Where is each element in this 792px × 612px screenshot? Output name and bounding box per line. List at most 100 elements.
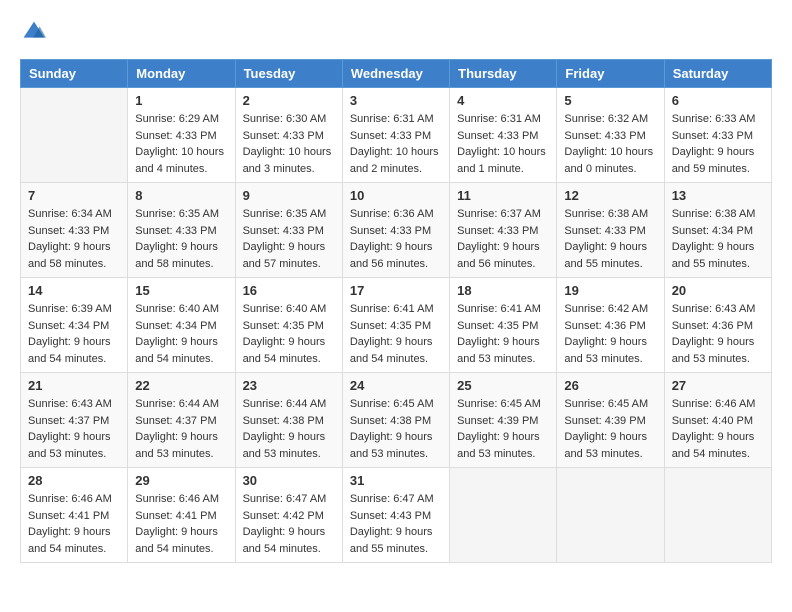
sunset-text: Sunset: 4:33 PM [243,225,324,237]
day-number: 18 [457,283,549,298]
cell-content: Sunrise: 6:45 AM Sunset: 4:38 PM Dayligh… [350,396,442,462]
day-number: 25 [457,378,549,393]
day-header-saturday: Saturday [664,60,771,88]
sunset-text: Sunset: 4:43 PM [350,510,431,522]
cell-content: Sunrise: 6:45 AM Sunset: 4:39 PM Dayligh… [457,396,549,462]
sunrise-text: Sunrise: 6:44 AM [243,398,327,410]
day-number: 14 [28,283,120,298]
day-number: 7 [28,188,120,203]
sunset-text: Sunset: 4:41 PM [135,510,216,522]
sunset-text: Sunset: 4:33 PM [457,225,538,237]
day-header-friday: Friday [557,60,664,88]
sunset-text: Sunset: 4:34 PM [135,320,216,332]
calendar-cell: 16 Sunrise: 6:40 AM Sunset: 4:35 PM Dayl… [235,278,342,373]
calendar-cell: 27 Sunrise: 6:46 AM Sunset: 4:40 PM Dayl… [664,373,771,468]
calendar-cell: 28 Sunrise: 6:46 AM Sunset: 4:41 PM Dayl… [21,468,128,563]
calendar-cell: 8 Sunrise: 6:35 AM Sunset: 4:33 PM Dayli… [128,183,235,278]
daylight-text: Daylight: 9 hours and 57 minutes. [243,241,326,270]
calendar-cell: 26 Sunrise: 6:45 AM Sunset: 4:39 PM Dayl… [557,373,664,468]
calendar-cell: 10 Sunrise: 6:36 AM Sunset: 4:33 PM Dayl… [342,183,449,278]
day-number: 5 [564,93,656,108]
cell-content: Sunrise: 6:46 AM Sunset: 4:40 PM Dayligh… [672,396,764,462]
cell-content: Sunrise: 6:43 AM Sunset: 4:36 PM Dayligh… [672,301,764,367]
daylight-text: Daylight: 9 hours and 55 minutes. [350,526,433,555]
sunset-text: Sunset: 4:35 PM [350,320,431,332]
calendar-cell: 6 Sunrise: 6:33 AM Sunset: 4:33 PM Dayli… [664,88,771,183]
calendar-cell: 19 Sunrise: 6:42 AM Sunset: 4:36 PM Dayl… [557,278,664,373]
sunrise-text: Sunrise: 6:38 AM [672,208,756,220]
daylight-text: Daylight: 9 hours and 58 minutes. [28,241,111,270]
cell-content: Sunrise: 6:46 AM Sunset: 4:41 PM Dayligh… [28,491,120,557]
day-number: 10 [350,188,442,203]
calendar-header-row: SundayMondayTuesdayWednesdayThursdayFrid… [21,60,772,88]
cell-content: Sunrise: 6:35 AM Sunset: 4:33 PM Dayligh… [135,206,227,272]
calendar-cell: 15 Sunrise: 6:40 AM Sunset: 4:34 PM Dayl… [128,278,235,373]
cell-content: Sunrise: 6:34 AM Sunset: 4:33 PM Dayligh… [28,206,120,272]
calendar-cell: 22 Sunrise: 6:44 AM Sunset: 4:37 PM Dayl… [128,373,235,468]
logo [20,20,50,49]
calendar-week-1: 1 Sunrise: 6:29 AM Sunset: 4:33 PM Dayli… [21,88,772,183]
sunrise-text: Sunrise: 6:46 AM [135,493,219,505]
daylight-text: Daylight: 9 hours and 53 minutes. [457,336,540,365]
day-number: 9 [243,188,335,203]
calendar-cell: 2 Sunrise: 6:30 AM Sunset: 4:33 PM Dayli… [235,88,342,183]
daylight-text: Daylight: 9 hours and 56 minutes. [350,241,433,270]
cell-content: Sunrise: 6:47 AM Sunset: 4:43 PM Dayligh… [350,491,442,557]
sunset-text: Sunset: 4:38 PM [243,415,324,427]
sunrise-text: Sunrise: 6:33 AM [672,113,756,125]
cell-content: Sunrise: 6:31 AM Sunset: 4:33 PM Dayligh… [350,111,442,177]
calendar-cell: 29 Sunrise: 6:46 AM Sunset: 4:41 PM Dayl… [128,468,235,563]
day-number: 26 [564,378,656,393]
day-number: 8 [135,188,227,203]
sunrise-text: Sunrise: 6:36 AM [350,208,434,220]
sunrise-text: Sunrise: 6:35 AM [243,208,327,220]
daylight-text: Daylight: 9 hours and 53 minutes. [28,431,111,460]
sunset-text: Sunset: 4:36 PM [672,320,753,332]
sunrise-text: Sunrise: 6:40 AM [243,303,327,315]
calendar-cell: 17 Sunrise: 6:41 AM Sunset: 4:35 PM Dayl… [342,278,449,373]
calendar-cell: 21 Sunrise: 6:43 AM Sunset: 4:37 PM Dayl… [21,373,128,468]
cell-content: Sunrise: 6:45 AM Sunset: 4:39 PM Dayligh… [564,396,656,462]
calendar-cell: 12 Sunrise: 6:38 AM Sunset: 4:33 PM Dayl… [557,183,664,278]
daylight-text: Daylight: 9 hours and 56 minutes. [457,241,540,270]
day-number: 12 [564,188,656,203]
daylight-text: Daylight: 9 hours and 53 minutes. [457,431,540,460]
day-header-thursday: Thursday [450,60,557,88]
day-number: 31 [350,473,442,488]
daylight-text: Daylight: 10 hours and 4 minutes. [135,146,224,175]
calendar-cell [664,468,771,563]
day-number: 21 [28,378,120,393]
cell-content: Sunrise: 6:41 AM Sunset: 4:35 PM Dayligh… [457,301,549,367]
calendar-cell: 4 Sunrise: 6:31 AM Sunset: 4:33 PM Dayli… [450,88,557,183]
cell-content: Sunrise: 6:44 AM Sunset: 4:37 PM Dayligh… [135,396,227,462]
cell-content: Sunrise: 6:43 AM Sunset: 4:37 PM Dayligh… [28,396,120,462]
sunrise-text: Sunrise: 6:41 AM [457,303,541,315]
cell-content: Sunrise: 6:29 AM Sunset: 4:33 PM Dayligh… [135,111,227,177]
calendar-cell [557,468,664,563]
sunrise-text: Sunrise: 6:47 AM [243,493,327,505]
sunset-text: Sunset: 4:33 PM [457,130,538,142]
sunrise-text: Sunrise: 6:32 AM [564,113,648,125]
sunrise-text: Sunrise: 6:34 AM [28,208,112,220]
calendar-cell: 18 Sunrise: 6:41 AM Sunset: 4:35 PM Dayl… [450,278,557,373]
daylight-text: Daylight: 9 hours and 53 minutes. [135,431,218,460]
cell-content: Sunrise: 6:41 AM Sunset: 4:35 PM Dayligh… [350,301,442,367]
daylight-text: Daylight: 9 hours and 54 minutes. [243,526,326,555]
daylight-text: Daylight: 10 hours and 3 minutes. [243,146,332,175]
sunset-text: Sunset: 4:33 PM [28,225,109,237]
day-number: 15 [135,283,227,298]
calendar-cell: 31 Sunrise: 6:47 AM Sunset: 4:43 PM Dayl… [342,468,449,563]
calendar-cell [21,88,128,183]
calendar-cell: 11 Sunrise: 6:37 AM Sunset: 4:33 PM Dayl… [450,183,557,278]
cell-content: Sunrise: 6:42 AM Sunset: 4:36 PM Dayligh… [564,301,656,367]
calendar-cell: 5 Sunrise: 6:32 AM Sunset: 4:33 PM Dayli… [557,88,664,183]
cell-content: Sunrise: 6:30 AM Sunset: 4:33 PM Dayligh… [243,111,335,177]
day-number: 20 [672,283,764,298]
sunset-text: Sunset: 4:37 PM [28,415,109,427]
sunrise-text: Sunrise: 6:41 AM [350,303,434,315]
sunset-text: Sunset: 4:38 PM [350,415,431,427]
day-header-wednesday: Wednesday [342,60,449,88]
cell-content: Sunrise: 6:39 AM Sunset: 4:34 PM Dayligh… [28,301,120,367]
sunset-text: Sunset: 4:33 PM [672,130,753,142]
day-number: 17 [350,283,442,298]
